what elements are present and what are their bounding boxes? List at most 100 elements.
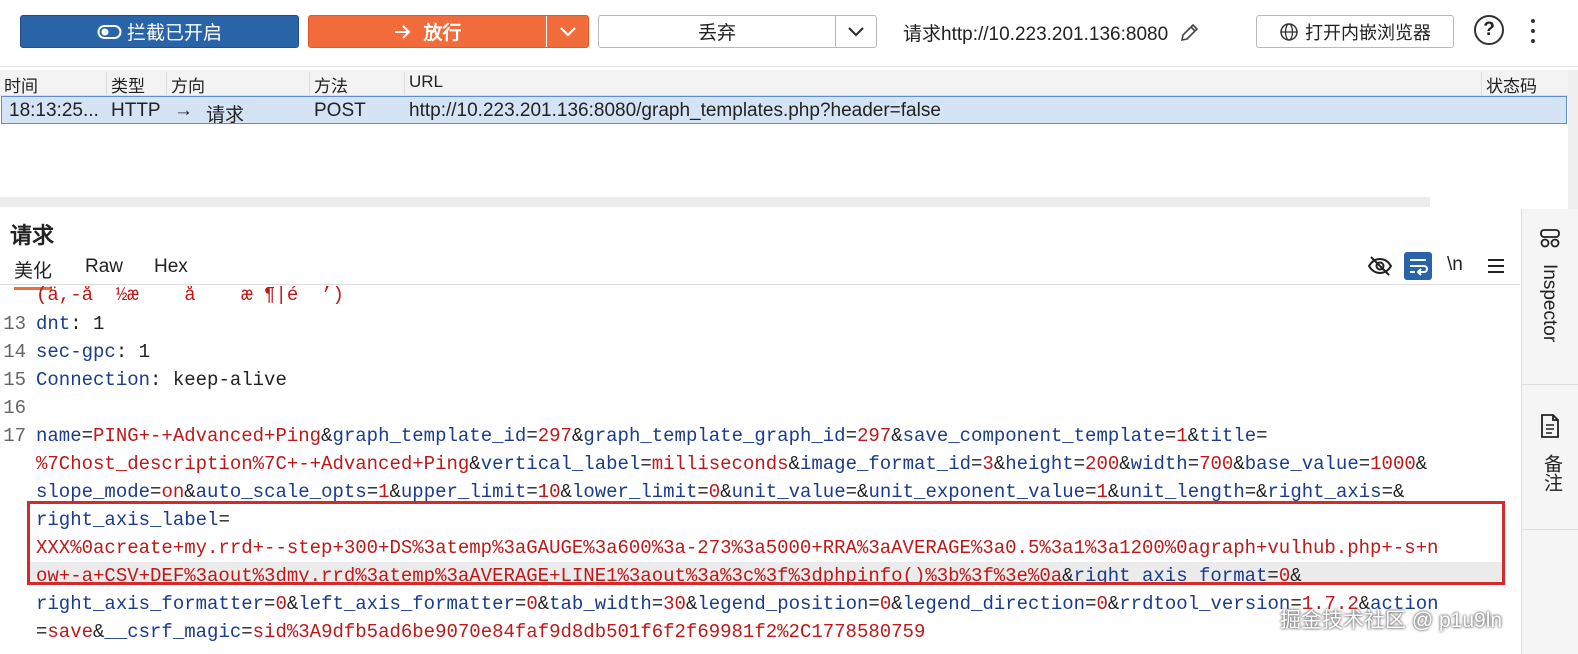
row-direction: 请求 <box>206 105 245 126</box>
header-name: dnt <box>36 313 71 335</box>
param-separator: & <box>321 425 333 447</box>
param-separator: = <box>1085 593 1097 615</box>
drop-button-group: 丢弃 <box>598 15 877 48</box>
help-glyph: ? <box>1483 19 1495 40</box>
param-key: name <box>36 425 82 447</box>
intercept-toggle-button[interactable]: 拦截已开启 <box>20 15 299 48</box>
body-row: slope_mode=on&auto_scale_opts=1&upper_li… <box>36 481 1404 503</box>
line-number: 14 <box>3 341 26 363</box>
drop-button[interactable]: 丢弃 <box>599 18 835 45</box>
help-icon[interactable]: ? <box>1474 15 1504 45</box>
body-row: right_axis_formatter=0&left_axis_formatt… <box>36 593 1439 615</box>
globe-icon <box>1280 22 1298 41</box>
chevron-down-icon <box>848 26 864 37</box>
param-separator: = <box>1164 425 1177 447</box>
param-key: title <box>1199 425 1257 447</box>
table-row[interactable]: 18:13:25... HTTP → 请求 POST http://10.223… <box>1 96 1567 126</box>
param-separator: = <box>1073 453 1086 475</box>
line-number: 15 <box>3 369 26 391</box>
param-key: graph_template_id <box>332 425 527 447</box>
forward-label: 放行 <box>423 23 462 44</box>
col-direction[interactable]: 方向 <box>166 72 205 96</box>
param-key: __csrf_magic <box>104 621 242 643</box>
param-separator: = <box>526 481 538 503</box>
wrap-toggle-button[interactable] <box>1404 252 1432 280</box>
forward-dropdown-button[interactable] <box>546 16 588 47</box>
param-key: save_component_template <box>902 425 1165 447</box>
row-url: http://10.223.201.136:8080/graph_templat… <box>409 100 941 121</box>
right-sidebar: Inspector 备注 <box>1521 209 1578 654</box>
param-separator: = <box>81 425 94 447</box>
param-value: 1 <box>1096 481 1108 503</box>
param-separator: = <box>150 481 162 503</box>
forward-button[interactable]: 放行 <box>309 16 546 47</box>
table-scrollbar[interactable] <box>1568 70 1578 210</box>
view-tabs: 美化 Raw Hex <box>0 254 1520 290</box>
param-separator: & <box>788 453 800 475</box>
param-separator: = <box>971 453 983 475</box>
param-key: lower_limit <box>571 481 698 503</box>
param-separator: & <box>891 425 903 447</box>
param-separator: = <box>366 481 379 503</box>
param-key: tab_width <box>549 593 652 615</box>
param-separator: = <box>1358 453 1371 475</box>
param-value: 0 <box>1096 593 1108 615</box>
notes-tab[interactable]: 备注 <box>1522 399 1578 530</box>
col-status[interactable]: 状态码 <box>1481 72 1537 96</box>
param-separator: = <box>845 425 857 447</box>
param-key: vertical_label <box>480 453 641 475</box>
param-key: upper_limit <box>400 481 527 503</box>
param-key: width <box>1130 453 1188 475</box>
tab-raw[interactable]: Raw <box>85 256 123 278</box>
param-value: 3 <box>982 453 994 475</box>
inspector-label: Inspector <box>1539 264 1560 343</box>
param-value: 200 <box>1085 453 1120 475</box>
param-key: left_axis_formatter <box>298 593 515 615</box>
payload-highlight-box <box>27 501 1505 585</box>
newline-toggle[interactable]: \n <box>1447 254 1463 276</box>
param-value: 1 <box>378 481 390 503</box>
param-key: auto_scale_opts <box>195 481 367 503</box>
col-url[interactable]: URL <box>404 72 443 95</box>
pencil-icon[interactable] <box>1178 22 1200 44</box>
param-key: rrdtool_version <box>1119 593 1291 615</box>
eye-off-icon[interactable] <box>1367 254 1393 278</box>
message-table-header: 时间 类型 方向 方法 URL 状态码 <box>0 70 1568 96</box>
param-separator: =& <box>1244 481 1268 503</box>
tab-hex[interactable]: Hex <box>154 256 188 278</box>
param-value: 1 <box>1176 425 1188 447</box>
kebab-icon[interactable] <box>1525 16 1541 46</box>
proxy-toolbar: 拦截已开启 放行 丢弃 请求http://10.223.201.136:8080… <box>0 0 1578 67</box>
inspector-tab[interactable]: Inspector <box>1522 209 1578 385</box>
col-time[interactable]: 时间 <box>0 72 38 96</box>
param-value: milliseconds <box>651 453 789 475</box>
header-value: : 1 <box>70 313 105 335</box>
param-separator: & <box>93 621 105 643</box>
tab-pretty[interactable]: 美化 <box>14 256 53 290</box>
param-separator: = <box>640 453 652 475</box>
param-key: right_axis_formatter <box>36 593 265 615</box>
pane-splitter[interactable] <box>0 197 1430 207</box>
col-type[interactable]: 类型 <box>106 72 145 96</box>
param-value: 10 <box>537 481 561 503</box>
param-separator: = <box>264 593 276 615</box>
row-time: 18:13:25... <box>9 100 99 121</box>
open-browser-button[interactable]: 打开内嵌浏览器 <box>1256 15 1454 48</box>
panel-title: 请求 <box>10 223 55 248</box>
drop-dropdown-button[interactable] <box>835 16 876 47</box>
param-separator: & <box>537 593 550 615</box>
param-separator: & <box>1233 453 1245 475</box>
param-separator: = <box>868 593 880 615</box>
param-separator: = <box>1187 453 1200 475</box>
param-value: 0 <box>879 593 892 615</box>
param-key: unit_value <box>731 481 846 503</box>
param-value: 700 <box>1199 453 1234 475</box>
menu-icon[interactable] <box>1487 258 1505 274</box>
col-method[interactable]: 方法 <box>309 72 348 96</box>
param-separator: & <box>560 481 572 503</box>
param-key: slope_mode <box>36 481 151 503</box>
line-number: 17 <box>3 425 26 447</box>
param-separator: = <box>1256 425 1268 447</box>
line-number: 16 <box>3 397 26 419</box>
param-key: right_axis <box>1267 481 1382 503</box>
